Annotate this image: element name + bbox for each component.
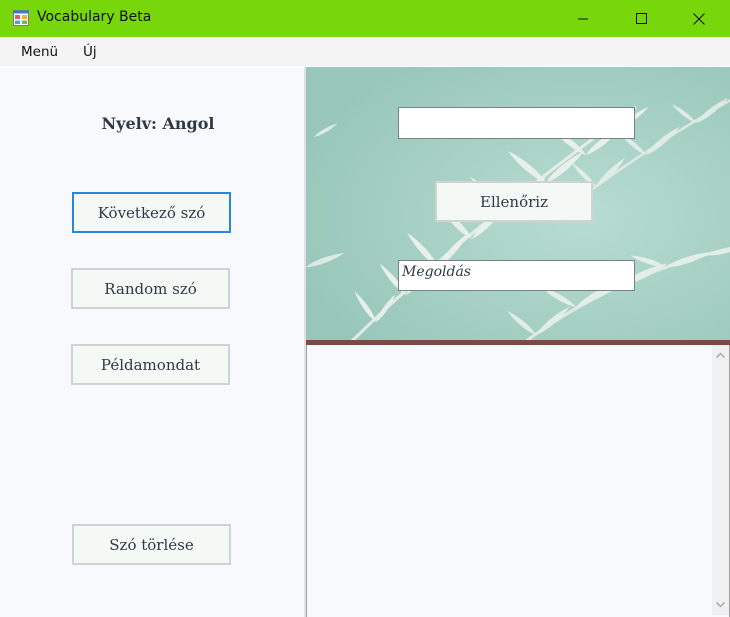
language-label: Nyelv: Angol: [101, 114, 215, 133]
check-button[interactable]: Ellenőriz: [435, 181, 593, 222]
answer-input[interactable]: [398, 107, 635, 139]
maximize-button[interactable]: [618, 0, 664, 37]
maximize-icon: [635, 13, 647, 24]
next-word-button[interactable]: Következő szó: [72, 192, 231, 233]
minimize-button[interactable]: [560, 0, 606, 37]
solution-field[interactable]: Megoldás: [398, 260, 635, 291]
minimize-icon: [578, 18, 588, 19]
window-title: Vocabulary Beta: [37, 9, 152, 25]
left-panel: Nyelv: Angol Következő szó Random szó Pé…: [0, 67, 306, 617]
close-button[interactable]: [676, 0, 722, 37]
menu-bar: Menü Új: [0, 37, 730, 66]
title-bar: Vocabulary Beta: [0, 0, 730, 37]
example-sentence-button[interactable]: Példamondat: [71, 344, 230, 385]
random-word-button[interactable]: Random szó: [71, 268, 230, 309]
app-icon: [13, 10, 29, 26]
close-icon: [693, 12, 705, 25]
scroll-down-icon[interactable]: [712, 596, 729, 613]
delete-word-button[interactable]: Szó törlése: [72, 524, 231, 565]
vertical-scrollbar[interactable]: [712, 345, 729, 615]
scroll-up-icon[interactable]: [712, 347, 729, 364]
menu-item-new[interactable]: Új: [83, 44, 97, 60]
menu-item-menu[interactable]: Menü: [21, 44, 58, 60]
output-text-area[interactable]: [306, 345, 730, 617]
